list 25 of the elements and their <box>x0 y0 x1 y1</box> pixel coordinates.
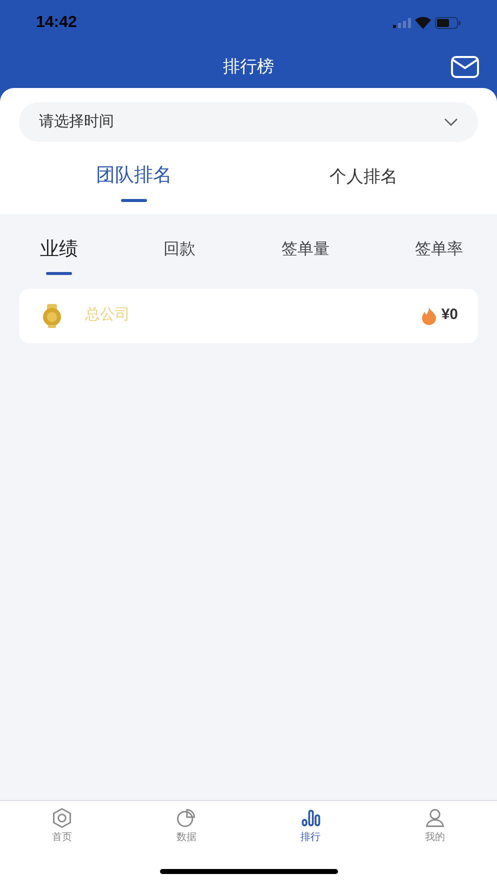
person-icon <box>424 807 446 829</box>
page-title: 排行榜 <box>223 56 274 78</box>
scope-tab[interactable]: 个人排名 <box>329 156 398 200</box>
metric-tab[interactable]: 签单率 <box>414 236 463 274</box>
hexagon-icon <box>51 807 74 829</box>
metric-tab[interactable]: 业绩 <box>40 236 78 274</box>
flame-icon <box>421 306 438 324</box>
company-name: 总公司 <box>85 305 131 326</box>
ranking-value: ¥0 <box>441 305 458 326</box>
metric-tab[interactable]: 签单量 <box>281 236 330 274</box>
status-time: 14:42 <box>36 13 77 33</box>
ranking-row[interactable]: 总公司 ¥0 <box>19 288 478 342</box>
battery-icon <box>435 17 461 29</box>
metric-tab[interactable]: 回款 <box>164 236 196 274</box>
nav-tab[interactable]: 我的 <box>372 807 497 845</box>
mail-icon[interactable] <box>451 56 479 78</box>
bar-chart-icon <box>300 807 322 829</box>
pie-chart-icon <box>175 807 198 829</box>
wifi-icon <box>415 17 431 29</box>
signal-icon <box>393 18 411 28</box>
nav-tab[interactable]: 排行 <box>248 807 373 845</box>
chevron-down-icon <box>444 118 458 126</box>
nav-tab[interactable]: 数据 <box>124 807 248 845</box>
scope-tab[interactable]: 团队排名 <box>96 154 172 202</box>
time-select[interactable]: 请选择时间 <box>19 102 478 142</box>
